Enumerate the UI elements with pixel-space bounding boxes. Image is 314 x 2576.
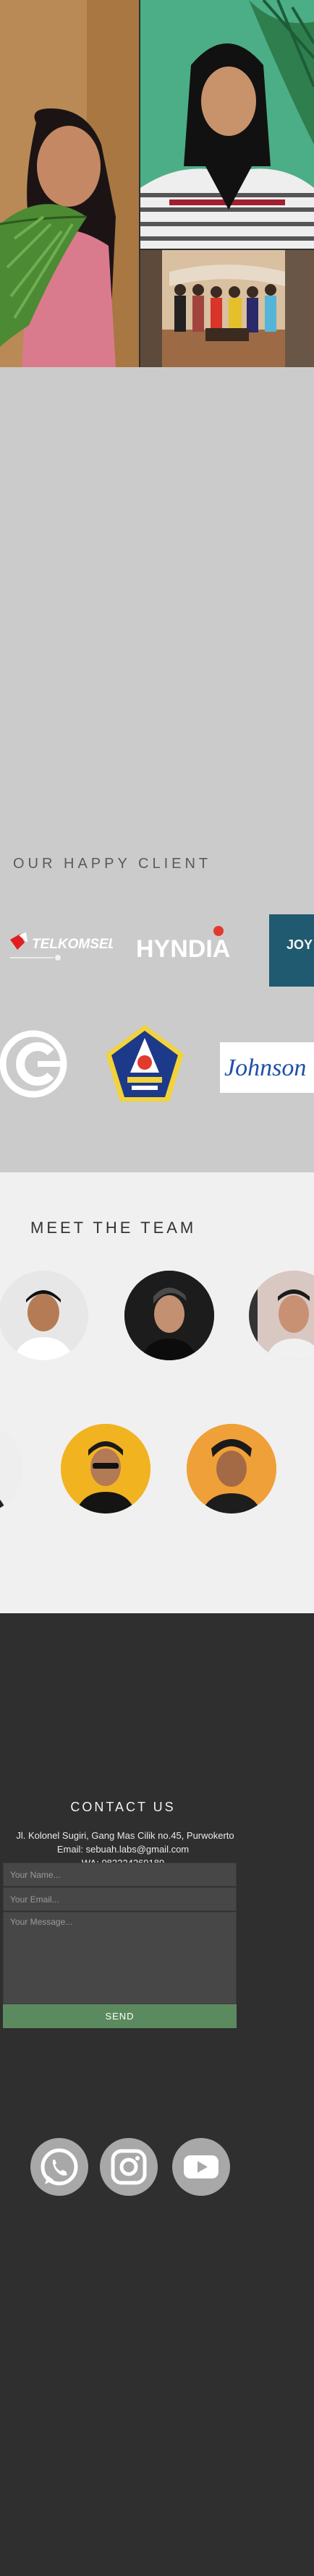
hyndia-wordmark: HYNDIA [136,935,230,963]
contact-section: CONTACT US Jl. Kolonel Sugiri, Gang Mas … [0,1613,314,2576]
logo-hyndia: HYNDIA [135,921,243,971]
contact-email: Email: sebuah.labs@gmail.com [56,1844,190,1855]
team-member-photo [124,1271,214,1360]
photo-woman-hijab [140,0,314,249]
team-member-photo [0,1271,88,1360]
message-textarea[interactable] [3,1912,237,2004]
photo-group-indoor [140,250,314,367]
joywood-wordmark: JOY WOO [287,937,314,952]
youtube-icon [184,2155,218,2178]
photo-woman-with-leaf [0,0,139,367]
telkomsel-wordmark: TELKOMSEL [32,937,113,952]
logo-regional-emblem [103,1022,187,1106]
team-title: MEET THE TEAM [30,1219,197,1237]
team-section: MEET THE TEAM [0,1172,314,1613]
hero-photo-collage [0,0,314,367]
youtube-link[interactable] [172,2138,230,2196]
logo-joywood: JOY WOO [269,914,314,987]
contact-address: Jl. Kolonel Sugiri, Gang Mas Cilik no.45… [16,1830,234,1841]
clients-title: OUR HAPPY CLIENT [13,856,212,872]
email-input[interactable] [3,1887,237,1911]
instagram-link[interactable] [100,2138,158,2196]
johnson-wordmark: Johnson [224,1055,306,1081]
send-button[interactable]: SEND [3,2004,237,2028]
logo-c-circle [0,1028,72,1100]
team-member-photo [187,1424,276,1514]
team-member-photo [249,1271,314,1360]
logo-telkomsel: TELKOMSEL [4,921,116,971]
whatsapp-link[interactable] [30,2138,88,2196]
clients-section: OUR HAPPY CLIENT TELKOMSEL HYNDIA JOY WO… [0,367,314,1172]
instagram-icon [111,2149,147,2185]
name-input[interactable] [3,1863,237,1886]
logo-johnson: Johnson [220,1042,314,1093]
whatsapp-icon [41,2148,78,2186]
team-member-photo [61,1424,150,1514]
contact-title: CONTACT US [70,1800,176,1814]
team-member-photo [0,1424,23,1514]
